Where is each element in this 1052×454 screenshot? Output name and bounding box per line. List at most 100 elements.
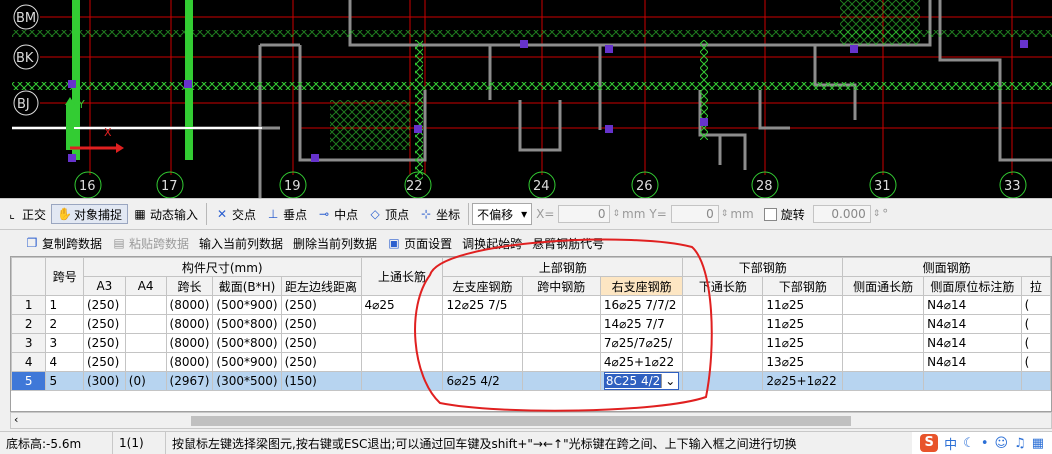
- input-column-button[interactable]: 输入当前列数据: [196, 235, 286, 252]
- right-support-editor[interactable]: 8C25 4/2 ⌄: [603, 372, 680, 390]
- cell-bthrough[interactable]: [682, 295, 764, 315]
- offset-select[interactable]: 不偏移 ▾: [472, 203, 533, 225]
- x-input[interactable]: 0: [558, 205, 611, 223]
- cell-mid[interactable]: [521, 333, 601, 353]
- ime-mode[interactable]: 中: [944, 434, 957, 453]
- cell-bottom[interactable]: 11⌀25: [762, 314, 844, 334]
- cell-sec[interactable]: (500*900): [212, 295, 282, 315]
- cad-viewport[interactable]: Y X BM BK BJ 16 17 19 22 24 26 28 31 33: [0, 0, 1052, 198]
- rotate-checkbox[interactable]: [763, 207, 777, 221]
- dot-icon[interactable]: •: [981, 436, 989, 451]
- cell-sec[interactable]: (500*900): [212, 352, 282, 372]
- cell-extra[interactable]: [1020, 371, 1051, 391]
- microphone-icon[interactable]: ♫: [1014, 436, 1026, 451]
- perpendicular-snap-button[interactable]: ⊥ 垂点: [261, 204, 312, 224]
- y-input[interactable]: 0: [670, 205, 719, 223]
- y-spinner-icon[interactable]: ⇕: [721, 209, 729, 219]
- cell-top[interactable]: [360, 333, 444, 353]
- cell-right[interactable]: 8C25 4/2 ⌄: [599, 371, 684, 391]
- cell-left[interactable]: 12⌀25 7/5: [442, 295, 523, 315]
- cell-span[interactable]: 2: [45, 314, 84, 334]
- cell-a4[interactable]: [124, 314, 167, 334]
- cell-extra[interactable]: (: [1020, 333, 1051, 353]
- cell-sthrough[interactable]: [842, 314, 925, 334]
- cell-a4[interactable]: [124, 352, 167, 372]
- dynamic-input-toggle[interactable]: ▦ 动态输入: [128, 204, 203, 224]
- scroll-thumb[interactable]: [191, 416, 851, 426]
- cell-dist[interactable]: (250): [280, 333, 362, 353]
- cell-bthrough[interactable]: [682, 314, 764, 334]
- ime-toolbar[interactable]: S 中 ☾ • ☺ ♫ ▦: [912, 432, 1052, 454]
- cell-sorig[interactable]: N4⌀14: [923, 333, 1022, 353]
- cell-a3[interactable]: (250): [82, 314, 126, 334]
- cell-bottom[interactable]: 13⌀25: [762, 352, 844, 372]
- cell-len[interactable]: (8000): [165, 352, 214, 372]
- cell-a3[interactable]: (250): [82, 295, 126, 315]
- cell-sorig[interactable]: [923, 371, 1022, 391]
- cell-left[interactable]: [442, 352, 523, 372]
- cell-sthrough[interactable]: [842, 295, 925, 315]
- cell-sec[interactable]: (500*800): [212, 314, 282, 334]
- moon-icon[interactable]: ☾: [963, 436, 975, 451]
- cell-sorig[interactable]: N4⌀14: [923, 295, 1022, 315]
- copy-span-button[interactable]: ❐ 复制跨数据: [22, 235, 105, 252]
- sogou-logo-icon[interactable]: S: [920, 434, 939, 452]
- intersect-snap-button[interactable]: ✕ 交点: [210, 204, 261, 224]
- scroll-left-icon[interactable]: ‹: [14, 413, 18, 426]
- cell-mid[interactable]: [521, 352, 601, 372]
- cell-sthrough[interactable]: [842, 333, 925, 353]
- object-snap-toggle[interactable]: ✋ 对象捕捉: [51, 204, 129, 224]
- chevron-down-icon[interactable]: ⌄: [661, 374, 678, 388]
- cell-span[interactable]: 4: [45, 352, 84, 372]
- cell-right[interactable]: 16⌀25 7/7/2: [599, 295, 684, 315]
- cell-a4[interactable]: [124, 333, 167, 353]
- cell-mid[interactable]: [521, 314, 601, 334]
- cell-left[interactable]: [442, 333, 523, 353]
- cell-a4[interactable]: [124, 295, 167, 315]
- cantilever-code-button[interactable]: 悬臂钢筋代号: [529, 235, 607, 252]
- cell-span[interactable]: 3: [45, 333, 84, 353]
- cell-bthrough[interactable]: [682, 352, 764, 372]
- cell-right[interactable]: 7⌀25/7⌀25/: [599, 333, 684, 353]
- cell-a3[interactable]: (300): [82, 371, 126, 391]
- editor-value[interactable]: 8C25 4/2: [604, 374, 662, 388]
- table-row[interactable]: 3 3 (250) (8000) (500*800) (250) 7⌀25/7⌀25/11⌀…: [11, 333, 1051, 353]
- rotate-spinner-icon[interactable]: ⇕: [873, 209, 881, 219]
- cell-sec[interactable]: (300*500): [212, 371, 282, 391]
- page-setup-button[interactable]: ▣ 页面设置: [384, 235, 455, 252]
- cell-bottom[interactable]: 2⌀25+1⌀22: [762, 371, 844, 391]
- cell-dist[interactable]: (250): [280, 352, 362, 372]
- cell-mid[interactable]: [521, 295, 601, 315]
- table-row[interactable]: 1 1 (250) (8000) (500*900) (250) 4⌀25 12⌀25 7/5…: [11, 295, 1051, 315]
- cell-len[interactable]: (8000): [165, 314, 214, 334]
- vertex-snap-button[interactable]: ◇ 顶点: [363, 204, 414, 224]
- cell-top[interactable]: [360, 314, 444, 334]
- ortho-toggle[interactable]: ⌞ 正交: [0, 204, 51, 224]
- cell-a3[interactable]: (250): [82, 333, 126, 353]
- smiley-icon[interactable]: ☺: [994, 436, 1008, 451]
- cell-dist[interactable]: (250): [280, 314, 362, 334]
- cell-bottom[interactable]: 11⌀25: [762, 333, 844, 353]
- cell-dist[interactable]: (150): [280, 371, 362, 391]
- cell-sthrough[interactable]: [842, 371, 925, 391]
- cell-sorig[interactable]: N4⌀14: [923, 352, 1022, 372]
- cell-sorig[interactable]: N4⌀14: [923, 314, 1022, 334]
- cell-span[interactable]: 1: [45, 295, 84, 315]
- cell-sthrough[interactable]: [842, 352, 925, 372]
- cell-extra[interactable]: (: [1020, 295, 1051, 315]
- cell-bthrough[interactable]: [682, 333, 764, 353]
- cell-bthrough[interactable]: [682, 371, 764, 391]
- cell-len[interactable]: (8000): [165, 333, 214, 353]
- cell-extra[interactable]: (: [1020, 352, 1051, 372]
- rotate-input[interactable]: 0.000: [812, 205, 871, 223]
- table-row[interactable]: 2 2 (250) (8000) (500*800) (250) 14⌀25 7/7 11⌀2…: [11, 314, 1051, 334]
- cell-extra[interactable]: (: [1020, 314, 1051, 334]
- cell-top[interactable]: 4⌀25: [360, 295, 444, 315]
- cell-top[interactable]: [360, 371, 444, 391]
- cell-a3[interactable]: (250): [82, 352, 126, 372]
- x-spinner-icon[interactable]: ⇕: [612, 209, 620, 219]
- cell-right[interactable]: 4⌀25+1⌀22: [599, 352, 684, 372]
- cell-right[interactable]: 14⌀25 7/7: [599, 314, 684, 334]
- horizontal-scrollbar[interactable]: ‹: [10, 412, 1052, 429]
- cell-dist[interactable]: (250): [280, 295, 362, 315]
